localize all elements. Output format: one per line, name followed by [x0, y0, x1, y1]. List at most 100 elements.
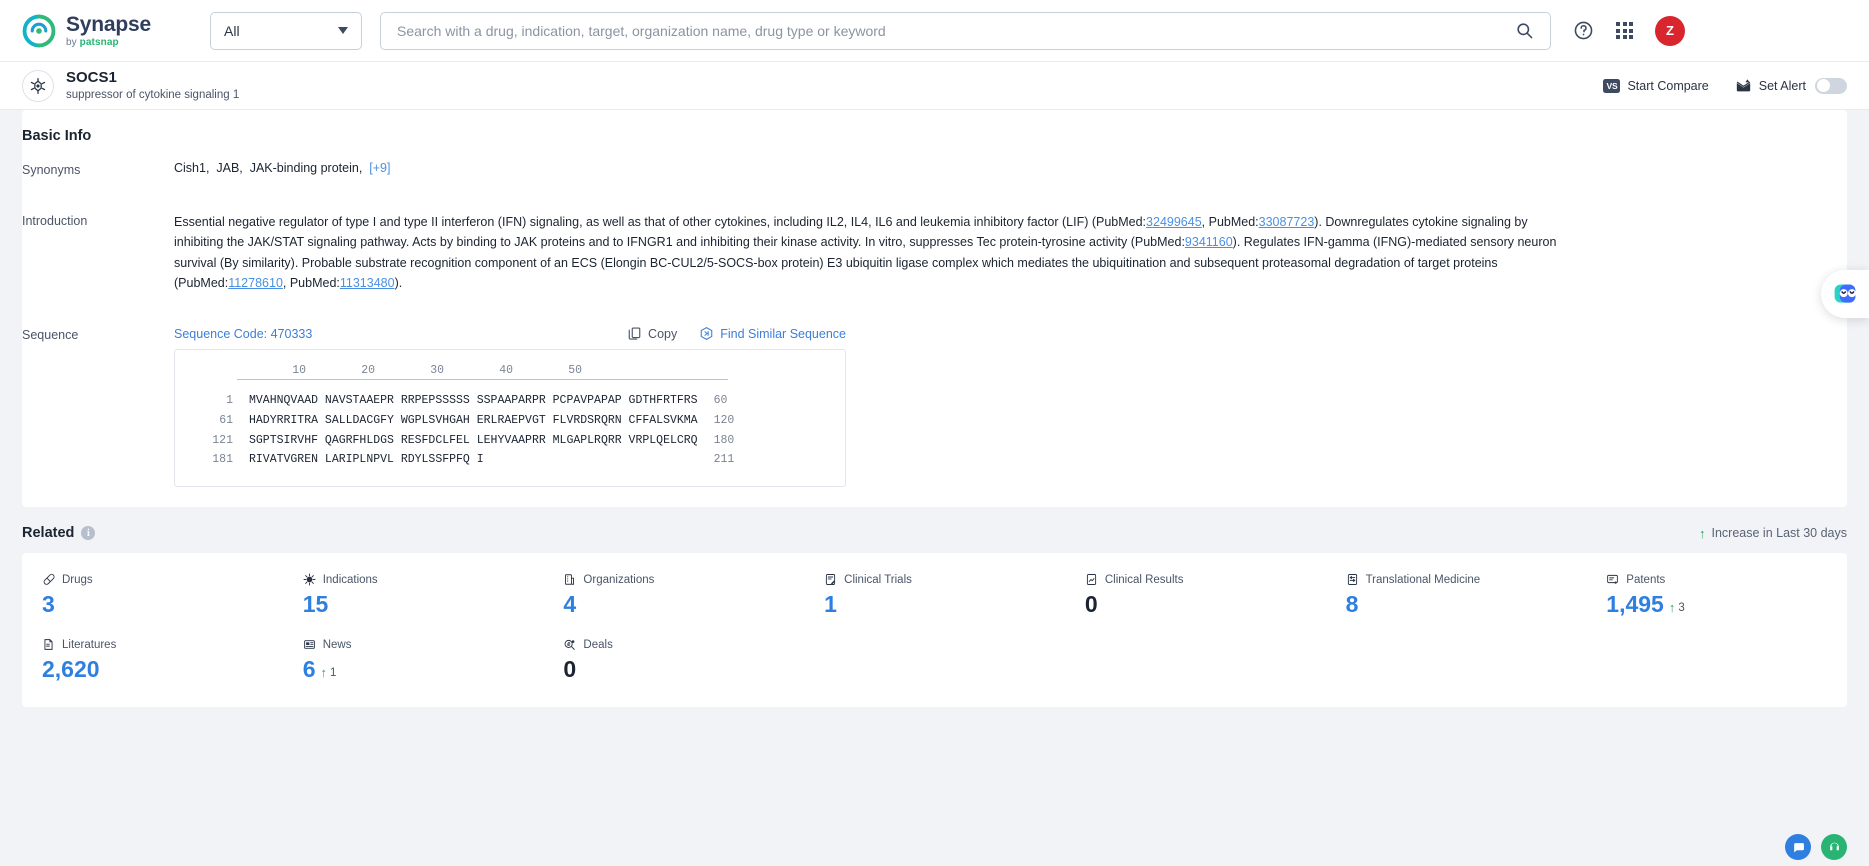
sequence-residues: MVAHNQVAAD NAVSTAAEPR RRPEPSSSSS SSPAAPA…: [249, 394, 698, 407]
apps-button[interactable]: [1616, 22, 1633, 39]
support-fab[interactable]: [1821, 834, 1847, 860]
sequence-residues: HADYRRITRA SALLDACGFY WGPLSVHGAH ERLRAEP…: [249, 413, 698, 427]
help-button[interactable]: [1573, 20, 1594, 41]
sequence-end-index: 180: [713, 433, 735, 447]
stat-head: Indications: [303, 573, 544, 586]
stat-translational-medicine[interactable]: Translational Medicine 8: [1326, 573, 1587, 617]
brand-logo-group[interactable]: Synapse by patsnap: [22, 14, 182, 48]
stat-head: Literatures: [42, 638, 283, 651]
question-circle-icon: [1574, 21, 1593, 40]
introduction-label: Introduction: [22, 214, 88, 228]
building-icon: [565, 574, 575, 585]
related-heading: Related: [22, 525, 75, 542]
sequence-residues: SGPTSIRVHF QAGRFHLDGS RESFDCLFEL LEHYVAA…: [249, 433, 698, 447]
top-navigation-bar: Synapse by patsnap All Z: [0, 0, 1869, 62]
sequence-ruler: 10 20 30 40 50: [237, 364, 583, 377]
stat-label: Literatures: [62, 638, 117, 651]
target-crosshair-icon: [30, 77, 46, 94]
stat-value: 3: [42, 592, 283, 616]
copy-sequence-button[interactable]: Copy: [627, 326, 677, 341]
start-compare-button[interactable]: VS Start Compare: [1603, 78, 1709, 93]
search-scope-select[interactable]: All: [210, 11, 362, 50]
chat-bubble-icon: [1793, 842, 1804, 852]
search-scope-value: All: [224, 22, 240, 39]
stat-label: Clinical Trials: [844, 573, 912, 586]
stat-clinical-results[interactable]: Clinical Results 0: [1065, 573, 1326, 617]
grid-apps-icon: [1616, 22, 1633, 39]
hexagon-similar-icon: [700, 327, 713, 340]
intro-part-5: , PubMed:: [282, 275, 340, 290]
page-title: SOCS1: [66, 68, 117, 86]
global-search-box[interactable]: [380, 11, 1551, 50]
literature-icon: [44, 639, 53, 651]
start-compare-label: Start Compare: [1627, 78, 1709, 93]
topbar-actions: Z: [1573, 15, 1685, 46]
stat-number: 6: [302, 656, 316, 683]
stat-literatures[interactable]: Literatures 2,620: [22, 638, 283, 682]
deals-icon: [565, 640, 576, 651]
stat-head: Deals: [563, 638, 804, 651]
stat-organizations[interactable]: Organizations 4: [543, 573, 804, 617]
info-circle-icon[interactable]: i: [81, 526, 96, 541]
page-subtitle: suppressor of cytokine signaling 1: [66, 88, 240, 101]
stat-drugs[interactable]: Drugs 3: [22, 573, 283, 617]
synonyms-value: Cish1, JAB, JAK-binding protein,: [174, 161, 366, 175]
ai-assistant-launcher[interactable]: [1821, 270, 1869, 318]
sequence-start-index: 181: [212, 453, 233, 467]
sequence-end-index: 120: [713, 413, 735, 427]
stat-news[interactable]: News 6 ↑ 1: [283, 638, 544, 682]
stat-value: 1,495 ↑ 3: [1606, 592, 1847, 616]
pubmed-link-1[interactable]: 32499645: [1146, 215, 1202, 229]
sequence-end-index: 211: [713, 453, 735, 467]
pubmed-link-2[interactable]: 33087723: [1259, 215, 1315, 229]
stat-deals[interactable]: Deals 0: [543, 638, 804, 682]
set-alert-toggle[interactable]: [1815, 77, 1847, 94]
user-avatar[interactable]: Z: [1655, 15, 1685, 46]
stat-head: Organizations: [563, 573, 804, 586]
stat-label: Clinical Results: [1104, 573, 1184, 586]
sequence-header: Sequence Code: 470333 Copy Find Similar …: [174, 326, 846, 341]
sequence-ruler-line: [237, 379, 728, 380]
sequence-viewer: 10 20 30 40 50 1 MVAHNQVAAD NAVSTAAEPR RR…: [174, 349, 846, 488]
pubmed-link-5[interactable]: 11313480: [340, 276, 395, 290]
search-button[interactable]: [1504, 14, 1544, 48]
stat-head: Clinical Results: [1085, 573, 1326, 586]
news-icon: [303, 640, 315, 649]
alert-envelope-icon: [1736, 79, 1750, 92]
clinical-result-icon: [1086, 574, 1096, 586]
stat-indications[interactable]: Indications 15: [283, 573, 544, 617]
stat-label: News: [322, 638, 352, 651]
related-stats-card: Drugs 3 Indications 15 Organizations 4 Clinica…: [22, 553, 1847, 708]
main-content: Basic Info Synonyms Cish1, JAB, JAK-bind…: [0, 110, 1869, 708]
vs-icon: VS: [1603, 78, 1621, 93]
sequence-code[interactable]: Sequence Code: 470333: [174, 327, 312, 341]
entity-title-bar: SOCS1 suppressor of cytokine signaling 1…: [0, 62, 1869, 110]
stat-value: 6 ↑ 1: [303, 657, 544, 681]
feedback-fab[interactable]: [1785, 834, 1811, 860]
stat-patents[interactable]: Patents 1,495 ↑ 3: [1586, 573, 1847, 617]
stat-value: 1: [824, 592, 1065, 616]
entity-names: SOCS1 suppressor of cytokine signaling 1: [66, 69, 239, 103]
intro-part-2: , PubMed:: [1201, 215, 1259, 229]
find-similar-sequence-button[interactable]: Find Similar Sequence: [699, 326, 846, 341]
stat-delta: ↑ 3: [1669, 601, 1685, 614]
pubmed-link-4[interactable]: 11278610: [228, 276, 283, 290]
intro-part-1: Essential negative regulator of type I a…: [174, 215, 1147, 229]
stat-value: 15: [303, 592, 544, 616]
stat-number: 15: [302, 591, 329, 618]
stat-label: Indications: [322, 573, 378, 586]
sequence-line: 181 RIVATVGREN LARIPLNPVL RDYLSSFPFQ I 21…: [193, 450, 827, 470]
sequence-label: Sequence: [22, 328, 79, 342]
search-input[interactable]: [397, 22, 1504, 39]
stat-delta-value: 1: [330, 666, 337, 679]
copy-icon: [628, 327, 641, 340]
sequence-rows: 1 MVAHNQVAAD NAVSTAAEPR RRPEPSSSSS SSPAAP…: [193, 391, 827, 470]
pubmed-link-3[interactable]: 9341160: [1185, 235, 1233, 249]
stat-label: Organizations: [583, 573, 655, 586]
stat-number: 1,495: [1606, 591, 1664, 618]
brand-tagline: by patsnap: [66, 36, 119, 48]
stat-head: Clinical Trials: [824, 573, 1065, 586]
stat-clinical-trials[interactable]: Clinical Trials 1: [804, 573, 1065, 617]
synonyms-more-link[interactable]: [+9]: [369, 161, 390, 175]
set-alert-control[interactable]: Set Alert: [1735, 77, 1847, 94]
